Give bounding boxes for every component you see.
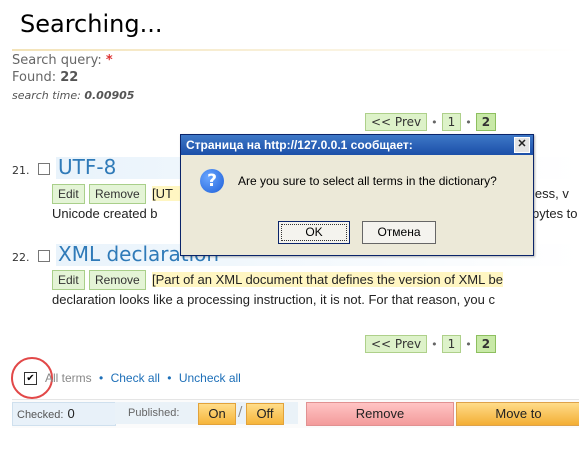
found-count: 22 bbox=[60, 70, 79, 85]
checked-label: Checked: bbox=[17, 409, 64, 421]
remove-selected-button[interactable]: Remove bbox=[306, 402, 454, 426]
found-label: Found: bbox=[12, 70, 57, 85]
entry-definition-text: [Part of an XML document that defines th… bbox=[152, 272, 503, 287]
entry-definition-start: [UT bbox=[152, 186, 182, 201]
pager-dot: • bbox=[431, 115, 438, 129]
edit-button[interactable]: Edit bbox=[52, 270, 85, 290]
entry-number: 21. bbox=[12, 164, 30, 177]
select-all-checkbox[interactable]: ✔ bbox=[24, 372, 37, 385]
uncheck-all-link[interactable]: Uncheck all bbox=[179, 371, 241, 385]
pager-prev-button[interactable]: << Prev bbox=[365, 335, 428, 353]
entry-checkbox[interactable] bbox=[38, 163, 50, 175]
all-terms-label: All terms bbox=[45, 371, 92, 385]
published-label: Published: bbox=[128, 407, 180, 419]
ok-button[interactable]: OK bbox=[278, 221, 350, 244]
entry-definition-line2: Unicode created b bbox=[52, 206, 158, 221]
pager-page-1[interactable]: 1 bbox=[441, 113, 462, 131]
check-all-link[interactable]: Check all bbox=[111, 371, 160, 385]
edit-button[interactable]: Edit bbox=[52, 184, 85, 204]
search-time-value: 0.00905 bbox=[84, 89, 135, 102]
search-time-label: search time: bbox=[12, 89, 81, 102]
pager-page-1[interactable]: 1 bbox=[441, 335, 462, 353]
pager-dot: • bbox=[431, 337, 438, 351]
found-line: Found: 22 bbox=[12, 70, 78, 85]
published-slash: / bbox=[238, 405, 243, 420]
entry-number: 22. bbox=[12, 251, 30, 264]
pager-prev-button[interactable]: << Prev bbox=[365, 113, 428, 131]
page-title: Searching... bbox=[20, 10, 163, 38]
pager-top: << Prev • 1 • 2 bbox=[365, 112, 497, 132]
checked-counter: Checked: 0 bbox=[12, 402, 116, 426]
search-query-value: * bbox=[105, 53, 113, 68]
select-all-line: All terms • Check all • Uncheck all bbox=[45, 371, 241, 385]
search-query-label: Search query: bbox=[12, 53, 102, 68]
entry-checkbox[interactable] bbox=[38, 250, 50, 262]
remove-entry-button[interactable]: Remove bbox=[89, 270, 146, 290]
publish-off-button[interactable]: Off bbox=[246, 403, 284, 425]
remove-entry-button[interactable]: Remove bbox=[89, 184, 146, 204]
published-group: Published: On / Off bbox=[115, 402, 298, 425]
entry-definition-line2-tail: bytes to bbox=[532, 206, 578, 221]
entry-title-link[interactable]: UTF-8 bbox=[58, 155, 116, 179]
cancel-button[interactable]: Отмена bbox=[362, 221, 436, 244]
separator-dot: • bbox=[99, 371, 104, 385]
search-time-line: search time: 0.00905 bbox=[12, 89, 134, 102]
action-bar: Checked: 0 Published: On / Off Remove Mov… bbox=[12, 399, 579, 428]
dialog-titlebar: Страница на http://127.0.0.1 сообщает: ✕ bbox=[181, 135, 533, 155]
close-icon[interactable]: ✕ bbox=[514, 137, 530, 153]
search-query-line: Search query: * bbox=[12, 53, 113, 68]
entry-definition-tail: less, v bbox=[532, 186, 569, 201]
move-to-button[interactable]: Move to bbox=[456, 402, 579, 426]
question-icon: ? bbox=[200, 169, 224, 193]
pager-dot: • bbox=[465, 115, 472, 129]
pager-bottom: << Prev • 1 • 2 bbox=[365, 334, 497, 354]
entry-definition-line2: declaration looks like a processing inst… bbox=[52, 292, 495, 307]
confirm-dialog: Страница на http://127.0.0.1 сообщает: ✕… bbox=[180, 134, 534, 256]
title-divider bbox=[12, 49, 579, 51]
publish-on-button[interactable]: On bbox=[198, 403, 236, 425]
entry-definition: [Part of an XML document that defines th… bbox=[152, 272, 579, 287]
pager-dot: • bbox=[465, 337, 472, 351]
separator-dot: • bbox=[167, 371, 172, 385]
checked-count: 0 bbox=[67, 406, 75, 421]
pager-page-2-current: 2 bbox=[475, 335, 497, 353]
pager-page-2-current: 2 bbox=[475, 113, 497, 131]
dialog-title: Страница на http://127.0.0.1 сообщает: bbox=[186, 138, 413, 152]
dialog-message: Are you sure to select all terms in the … bbox=[238, 174, 497, 188]
